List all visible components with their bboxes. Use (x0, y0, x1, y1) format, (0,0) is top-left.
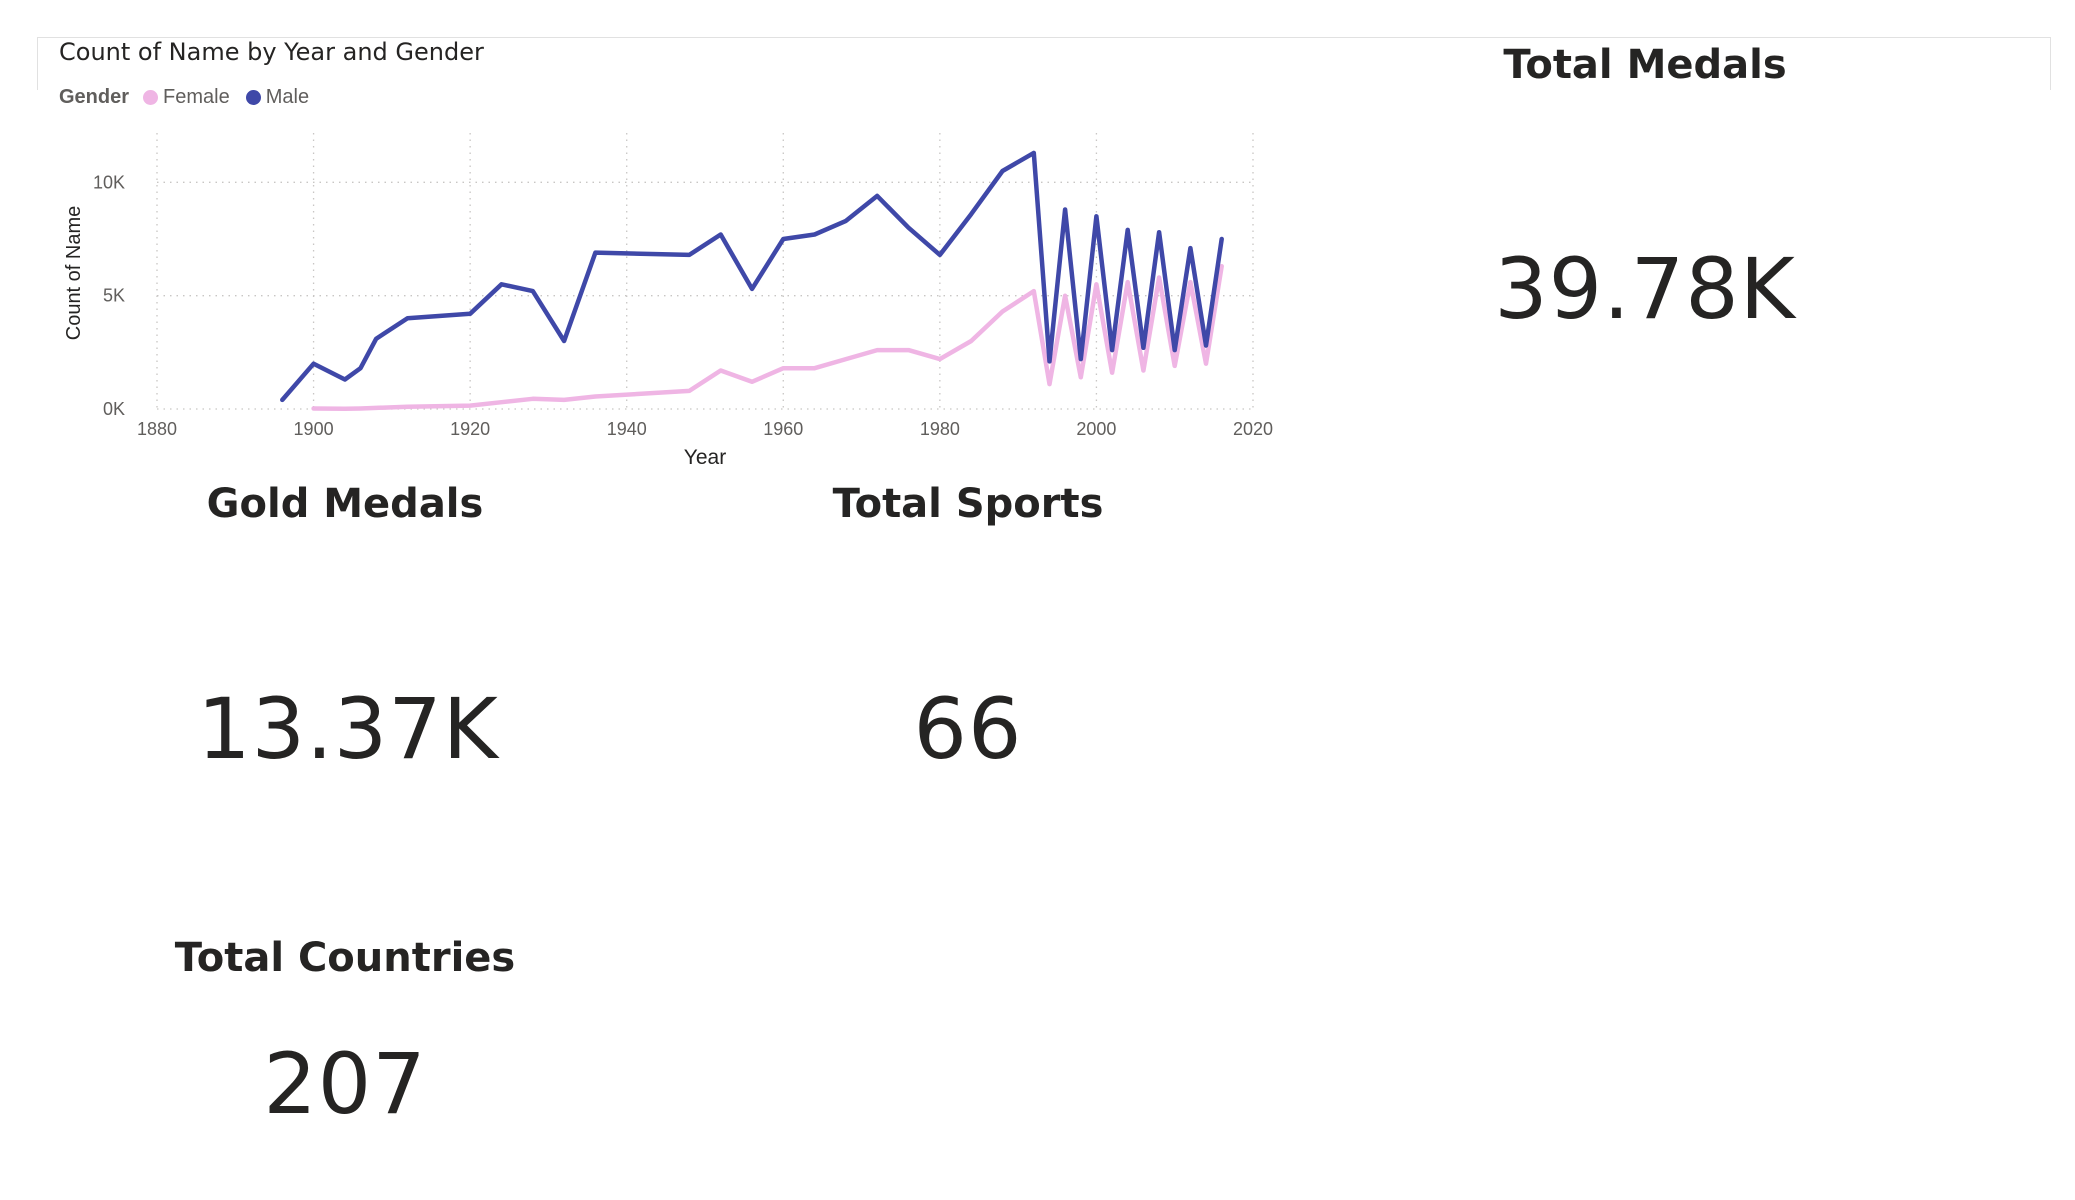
x-tick-label: 2020 (1233, 419, 1273, 439)
y-tick-label: 10K (93, 172, 125, 192)
gold-medals-title: Gold Medals (206, 481, 484, 527)
total-sports-value: 66 (913, 680, 1023, 778)
y-axis-label: Count of Name (63, 206, 85, 341)
series-line-male[interactable] (280, 150, 1224, 403)
x-tick-label: 1980 (920, 419, 960, 439)
x-tick-label: 1900 (294, 419, 334, 439)
line-chart: 1880 1900 1920 1940 1960 1980 2000 20200K5K10K … (63, 133, 1273, 469)
total-countries-value: 207 (263, 1035, 427, 1133)
series-line-female[interactable] (311, 263, 1224, 412)
x-tick-label: 2000 (1076, 419, 1116, 439)
series-lines (280, 150, 1224, 412)
gold-medals-value: 13.37K (197, 680, 499, 778)
y-tick-label: 0K (103, 399, 125, 419)
total-sports-title: Total Sports (832, 481, 1104, 527)
x-tick-label: 1940 (607, 419, 647, 439)
x-tick-label: 1960 (763, 419, 803, 439)
total-medals-value: 39.78K (1494, 240, 1796, 338)
y-tick-label: 5K (103, 286, 125, 306)
x-tick-label: 1920 (450, 419, 490, 439)
x-axis-label: Year (684, 446, 726, 469)
total-medals-title: Total Medals (1503, 42, 1787, 88)
total-countries-title: Total Countries (174, 935, 516, 981)
x-tick-label: 1880 (137, 419, 177, 439)
